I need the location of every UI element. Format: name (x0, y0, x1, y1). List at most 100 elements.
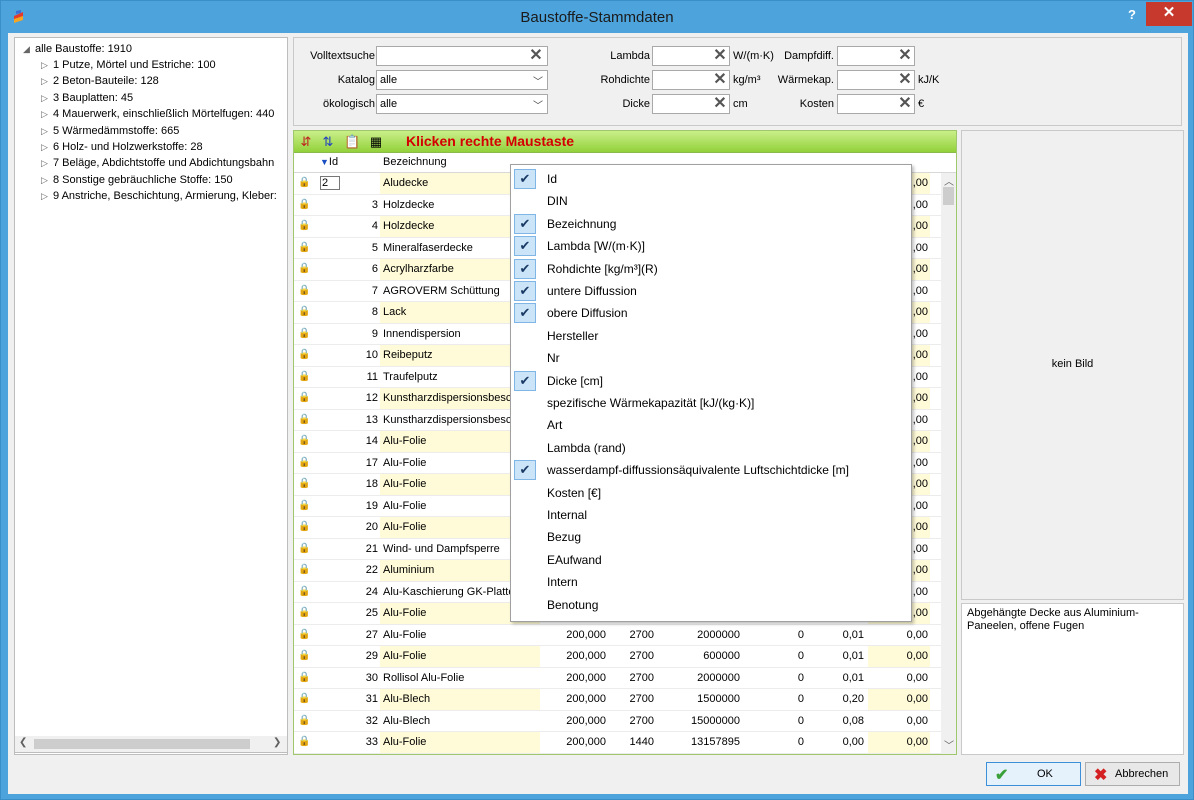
katalog-label: Katalog (337, 74, 375, 86)
scroll-up-icon[interactable]: ︿ (944, 173, 954, 188)
id-cell: 20 (365, 521, 378, 533)
clear-rohdichte-icon[interactable]: ✕ (712, 72, 728, 88)
menu-item[interactable]: ✔ Lambda [W/(m·K)] (511, 235, 911, 257)
table-row[interactable]: 🔒 33 Alu-Folie 200,000 1440 13157895 0 0,00 0,00 (294, 732, 941, 754)
tree-item[interactable]: ▷ 1 Putze, Mörtel und Estriche: 100 (41, 57, 216, 73)
menu-item[interactable]: spezifische Wärmekapazität [kJ/(kg·K)] (511, 392, 911, 414)
ok-button[interactable]: ✔ OK (986, 762, 1081, 786)
cancel-button[interactable]: ✖ Abbrechen (1085, 762, 1180, 786)
tree-horizontal-scrollbar[interactable]: ❮ ❯ (14, 736, 288, 753)
menu-item[interactable]: ✔ untere Diffussion (511, 280, 911, 302)
sd-cell: 0,00 (868, 646, 930, 667)
tree-item[interactable]: ▷ 7 Beläge, Abdichtstoffe und Abdichtungs… (41, 155, 274, 171)
table-row[interactable]: 🔒 29 Alu-Folie 200,000 2700 600000 0 0,01 0,00 (294, 646, 941, 668)
rohdichte-cell: 2700 (629, 671, 654, 684)
menu-item[interactable]: Intern (511, 571, 911, 593)
menu-item[interactable]: Benotung (511, 594, 911, 616)
table-row[interactable]: 🔒 27 Alu-Folie 200,000 2700 2000000 0 0,01 0,00 (294, 625, 941, 646)
sd-cell: 0,00 (868, 689, 930, 710)
scrollbar-thumb[interactable] (34, 739, 250, 749)
menu-item[interactable]: ✔ wasserdampf-diffussionsäquivalente Luft… (511, 459, 911, 481)
clear-waerme-icon[interactable]: ✕ (897, 72, 913, 88)
tree-item[interactable]: ▷ 4 Mauerwerk, einschließlich Mörtelfugen… (41, 106, 274, 122)
menu-item-label: Rohdichte [kg/m³](R) (547, 261, 658, 276)
tree-item[interactable]: ▷ 9 Anstriche, Beschichtung, Armierung, K… (41, 188, 277, 204)
volltext-input[interactable] (376, 46, 548, 66)
name-cell: Alu-Folie (380, 732, 540, 753)
export-icon[interactable]: ▦ (368, 134, 384, 150)
scroll-left-icon[interactable]: ❮ (19, 737, 27, 748)
table-row[interactable]: 🔒 31 Alu-Blech 200,000 2700 1500000 0 0,20 0,00 (294, 689, 941, 711)
kosten-label: Kosten (799, 98, 834, 110)
collapsed-arrow-icon: ▷ (41, 125, 48, 136)
menu-item[interactable]: Internal (511, 504, 911, 526)
tree-item[interactable]: ▷ 6 Holz- und Holzwerkstoffe: 28 (41, 139, 203, 155)
scroll-down-icon[interactable]: ﹀ (944, 737, 954, 752)
oeko-label: ökologisch (323, 98, 375, 110)
menu-item[interactable]: Kosten [€] (511, 482, 911, 504)
katalog-select[interactable]: alle ﹀ (376, 70, 548, 90)
window-title: Baustoffe-Stammdaten (520, 9, 674, 26)
tree-item[interactable]: ▷ 3 Bauplatten: 45 (41, 90, 133, 106)
clear-lambda-icon[interactable]: ✕ (712, 48, 728, 64)
sort-asc-icon[interactable]: ⇵ (298, 134, 314, 150)
menu-item[interactable]: Lambda (rand) (511, 437, 911, 459)
tree-item-label: 6 Holz- und Holzwerkstoffe: 28 (53, 141, 203, 153)
clear-volltext-icon[interactable]: ✕ (528, 48, 544, 64)
oeko-value: alle (380, 98, 398, 110)
table-row[interactable]: 🔒 32 Alu-Blech 200,000 2700 15000000 0 0,08 0,00 (294, 711, 941, 732)
rohdichte-cell: 1440 (629, 736, 654, 748)
menu-item[interactable]: EAufwand (511, 549, 911, 571)
menu-item[interactable]: DIN (511, 190, 911, 212)
menu-item-label: Lambda (rand) (547, 440, 626, 455)
tree-root[interactable]: ◢ alle Baustoffe: 1910 (23, 41, 132, 57)
diffusion-cell: 1500000 (697, 693, 740, 705)
right-click-hint: Klicken rechte Maustaste (406, 133, 575, 149)
table-row[interactable]: 🔒 30 Rollisol Alu-Folie 200,000 2700 2000000 0… (294, 668, 941, 689)
clear-kosten-icon[interactable]: ✕ (897, 96, 913, 112)
tree-item[interactable]: ▷ 2 Beton-Bauteile: 128 (41, 73, 159, 89)
clear-dampf-icon[interactable]: ✕ (897, 48, 913, 64)
scrollbar-thumb[interactable] (943, 187, 954, 205)
diffusion-cell: 600000 (703, 650, 740, 662)
rohdichte-cell: 2700 (629, 628, 654, 641)
id-cell: 7 (371, 284, 378, 297)
lock-icon: 🔒 (298, 607, 311, 618)
menu-item[interactable]: ✔ Bezeichnung (511, 213, 911, 235)
id-cell: 14 (365, 435, 378, 447)
menu-item[interactable]: ✔ Id (511, 168, 911, 190)
copy-icon[interactable]: 📋 (344, 134, 360, 150)
tree-item[interactable]: ▷ 8 Sonstige gebräuchliche Stoffe: 150 (41, 172, 233, 188)
menu-item[interactable]: Hersteller (511, 325, 911, 347)
sort-desc-icon[interactable]: ⇅ (320, 134, 336, 150)
chevron-down-icon: ﹀ (533, 77, 543, 88)
lock-icon: 🔒 (298, 327, 311, 339)
column-header-id[interactable]: ▼Id (320, 156, 338, 168)
menu-item-label: Internal (547, 508, 588, 522)
close-button[interactable]: ✕ (1146, 2, 1192, 26)
id-cell: 29 (365, 650, 378, 662)
obere-diffusion-cell: 0 (797, 693, 804, 705)
menu-item[interactable]: Bezug (511, 526, 911, 548)
checkmark-icon: ✔ (514, 258, 536, 279)
menu-item[interactable]: ✔ Rohdichte [kg/m³](R) (511, 258, 911, 280)
tree-item-label: 3 Bauplatten: 45 (53, 91, 134, 104)
menu-item-label: EAufwand (547, 552, 602, 567)
menu-item[interactable]: ✔ Dicke [cm] (511, 370, 911, 392)
rohdichte-unit: kg/m³ (733, 74, 761, 86)
oeko-select[interactable]: alle ﹀ (376, 94, 548, 114)
scroll-right-icon[interactable]: ❯ (273, 737, 281, 748)
lambda-unit: W/(m·K) (733, 50, 774, 62)
grid-vertical-scrollbar[interactable]: ︿ ﹀ (941, 173, 956, 754)
clear-dicke-icon[interactable]: ✕ (712, 96, 728, 112)
lock-icon: 🔒 (298, 478, 311, 489)
help-button[interactable]: ? (1119, 6, 1145, 26)
menu-item[interactable]: Nr (511, 347, 911, 369)
sd-cell: 0,00 (906, 714, 928, 727)
tree-item[interactable]: ▷ 5 Wärmedämmstoffe: 665 (41, 123, 179, 139)
id-cell: 9 (371, 327, 378, 340)
menu-item[interactable]: Art (511, 414, 911, 436)
menu-item[interactable]: ✔ obere Diffusion (511, 302, 911, 324)
id-edit-cell[interactable]: 2 (320, 176, 340, 190)
column-header-name[interactable]: Bezeichnung (383, 156, 447, 168)
